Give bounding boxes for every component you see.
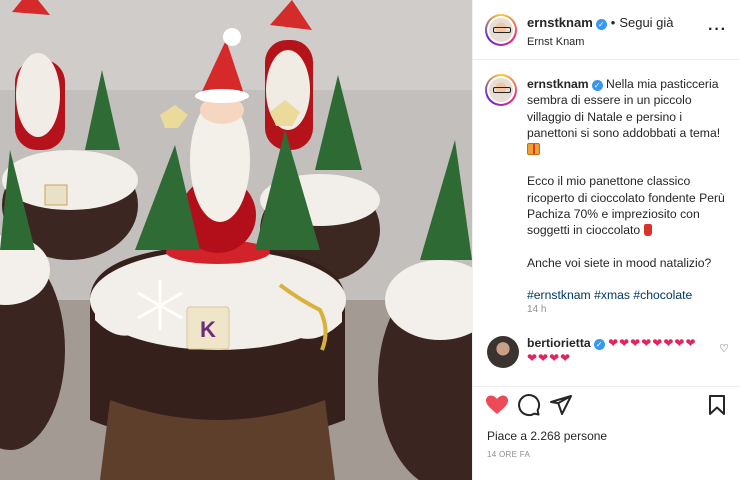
author-line: ernstknam ✓ • Segui già (527, 14, 674, 32)
hashtag-link[interactable]: #ernstknam (527, 288, 591, 302)
post-photo[interactable]: K (0, 0, 472, 480)
commenter-username[interactable]: bertiorietta (527, 336, 591, 350)
caption-timestamp: 14 h (527, 304, 547, 315)
like-heart-filled-icon[interactable] (485, 393, 509, 417)
hashtag-link[interactable]: #xmas (594, 288, 630, 302)
separator-dot: • (610, 15, 616, 30)
comment-body: bertiorietta ✓ ❤❤❤❤❤❤❤❤❤❤❤❤ (527, 336, 707, 366)
author-display-name: Ernst Knam (527, 36, 585, 48)
verified-badge-icon: ✓ (593, 339, 605, 350)
verified-badge-icon: ✓ (595, 19, 607, 30)
svg-text:K: K (200, 317, 216, 342)
commenter-avatar[interactable] (487, 336, 519, 368)
caption-paragraph-2: Ecco il mio panettone classico ricoperto… (527, 174, 725, 238)
caption-paragraph-3: Anche voi siete in mood natalizio? (527, 255, 712, 270)
post-actions-bar: Piace a 2.268 persone 14 ORE FA (473, 386, 740, 480)
post-date: 14 ORE FA (487, 450, 531, 459)
post-caption: ernstknam ✓ Nella mia pasticceria sembra … (527, 76, 731, 303)
caption-author-avatar[interactable] (485, 74, 517, 106)
save-bookmark-icon[interactable] (705, 393, 729, 417)
verified-badge-icon: ✓ (591, 80, 603, 91)
following-button[interactable]: Segui già (619, 15, 673, 30)
post-side-panel: ernstknam ✓ • Segui già Ernst Knam ··· erns… (472, 0, 740, 480)
share-send-icon[interactable] (549, 393, 573, 417)
likes-count[interactable]: Piace a 2.268 persone (487, 429, 607, 443)
more-options-icon[interactable]: ··· (708, 22, 727, 38)
post-header: ernstknam ✓ • Segui già Ernst Knam ··· (473, 0, 740, 60)
panettone-photo: K (0, 0, 472, 480)
hashtag-link[interactable]: #chocolate (633, 288, 692, 302)
author-avatar[interactable] (485, 14, 517, 46)
jam-jar-emoji-icon (643, 224, 652, 237)
author-username[interactable]: ernstknam (527, 15, 593, 30)
comment-item: bertiorietta ✓ ❤❤❤❤❤❤❤❤❤❤❤❤ ♡ (487, 336, 731, 384)
like-comment-heart-icon[interactable]: ♡ (719, 342, 729, 355)
comments-section: ernstknam ✓ Nella mia pasticceria sembra … (473, 60, 740, 386)
comment-icon[interactable] (517, 393, 541, 417)
caption-username[interactable]: ernstknam (527, 77, 589, 91)
gift-emoji-icon (527, 143, 540, 156)
